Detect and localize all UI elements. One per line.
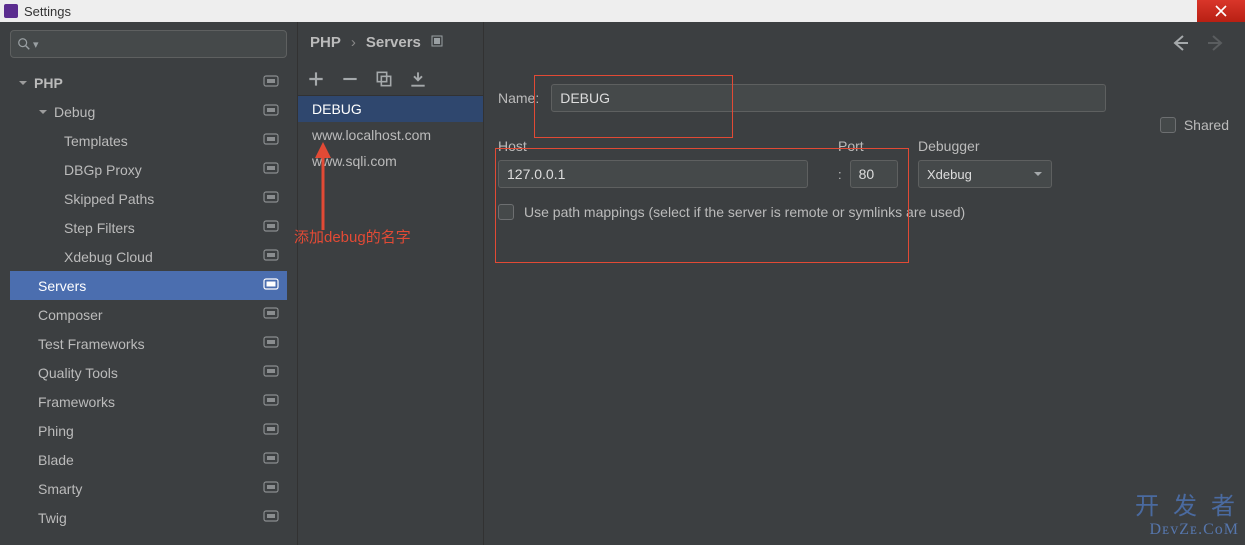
tree-item-twig[interactable]: Twig (10, 503, 287, 532)
settings-tree: PHP Debug Templates DBGp Proxy Skipped P… (10, 68, 287, 545)
close-icon (1215, 5, 1227, 17)
tree-item-frameworks[interactable]: Frameworks (10, 387, 287, 416)
project-scope-icon (263, 307, 279, 322)
project-scope-icon (263, 336, 279, 351)
project-scope-icon (263, 452, 279, 467)
tree-label: Skipped Paths (64, 191, 154, 207)
project-scope-icon (263, 133, 279, 148)
project-scope-icon (263, 191, 279, 206)
nav-arrows (1171, 34, 1225, 55)
close-button[interactable] (1197, 0, 1245, 22)
debugger-label: Debugger (918, 138, 1068, 154)
breadcrumb-part: PHP (310, 34, 341, 51)
tree-item-blade[interactable]: Blade (10, 445, 287, 474)
port-label: Port (838, 138, 908, 154)
tree-item-php[interactable]: PHP (10, 68, 287, 97)
server-item[interactable]: www.localhost.com (298, 122, 483, 148)
breadcrumb: PHP › Servers (298, 22, 483, 62)
tree-label: Smarty (38, 481, 82, 497)
project-scope-icon (263, 510, 279, 525)
tree-item-phing[interactable]: Phing (10, 416, 287, 445)
server-form: Name: Host Port : Debugger (498, 84, 1231, 220)
project-scope-icon (263, 162, 279, 177)
port-input[interactable] (850, 160, 898, 188)
chevron-down-icon (18, 78, 28, 88)
server-details-panel: Shared Name: Host Port : (484, 22, 1245, 545)
project-scope-icon (263, 423, 279, 438)
titlebar: Settings (0, 0, 1245, 22)
project-scope-icon (263, 75, 279, 90)
chevron-down-icon (38, 107, 48, 117)
colon-separator: : (838, 167, 842, 182)
tree-item-dbgp-proxy[interactable]: DBGp Proxy (10, 155, 287, 184)
window-title: Settings (24, 4, 71, 19)
server-item[interactable]: DEBUG (298, 96, 483, 122)
project-scope-icon (263, 278, 279, 293)
server-item[interactable]: www.sqli.com (298, 148, 483, 174)
path-mappings-label: Use path mappings (select if the server … (524, 204, 965, 220)
chevron-right-icon: › (351, 34, 356, 51)
tree-label: Xdebug Cloud (64, 249, 153, 265)
watermark-line2: DᴇᴠZᴇ.CᴏM (1135, 521, 1239, 539)
tree-item-quality-tools[interactable]: Quality Tools (10, 358, 287, 387)
forward-button[interactable] (1207, 34, 1225, 55)
search-input[interactable]: ▾ (10, 30, 287, 58)
tree-item-xdebug-cloud[interactable]: Xdebug Cloud (10, 242, 287, 271)
tree-label: PHP (34, 75, 63, 91)
tree-item-smarty[interactable]: Smarty (10, 474, 287, 503)
import-button[interactable] (410, 71, 426, 87)
app-icon (4, 4, 18, 18)
server-name: www.sqli.com (312, 153, 397, 169)
tree-label: Frameworks (38, 394, 115, 410)
tree-item-composer[interactable]: Composer (10, 300, 287, 329)
copy-button[interactable] (376, 71, 392, 87)
tree-label: Step Filters (64, 220, 135, 236)
tree-label: DBGp Proxy (64, 162, 142, 178)
settings-tree-sidebar: ▾ PHP Debug Templates DBGp Proxy Skipped… (0, 22, 298, 545)
project-scope-icon (263, 365, 279, 380)
tree-label: Test Frameworks (38, 336, 145, 352)
search-icon (17, 37, 31, 51)
tree-label: Blade (38, 452, 74, 468)
expand-icon (431, 34, 443, 51)
host-input[interactable] (498, 160, 808, 188)
project-scope-icon (263, 220, 279, 235)
back-button[interactable] (1171, 34, 1189, 55)
server-name: DEBUG (312, 101, 362, 117)
tree-item-skipped-paths[interactable]: Skipped Paths (10, 184, 287, 213)
project-scope-icon (263, 481, 279, 496)
tree-label: Composer (38, 307, 103, 323)
tree-item-templates[interactable]: Templates (10, 126, 287, 155)
project-scope-icon (263, 249, 279, 264)
watermark-line1: 开 发 者 (1135, 486, 1239, 521)
breadcrumb-part: Servers (366, 34, 421, 51)
server-name: www.localhost.com (312, 127, 431, 143)
servers-toolbar (298, 62, 483, 96)
add-button[interactable] (308, 71, 324, 87)
project-scope-icon (263, 104, 279, 119)
servers-list: DEBUG www.localhost.com www.sqli.com (298, 96, 483, 545)
tree-label: Servers (38, 278, 86, 294)
tree-label: Quality Tools (38, 365, 118, 381)
remove-button[interactable] (342, 71, 358, 87)
tree-item-debug[interactable]: Debug (10, 97, 287, 126)
tree-label: Twig (38, 510, 67, 526)
tree-item-test-frameworks[interactable]: Test Frameworks (10, 329, 287, 358)
debugger-value: Xdebug (927, 167, 972, 182)
tree-label: Templates (64, 133, 128, 149)
path-mappings-row[interactable]: Use path mappings (select if the server … (498, 204, 1231, 220)
chevron-down-icon (1033, 169, 1043, 179)
path-mappings-checkbox[interactable] (498, 204, 514, 220)
tree-label: Debug (54, 104, 95, 120)
servers-list-column: PHP › Servers DEBUG www.localhost.com ww… (298, 22, 484, 545)
debugger-select[interactable]: Xdebug (918, 160, 1052, 188)
name-label: Name: (498, 90, 539, 106)
name-input[interactable] (551, 84, 1106, 112)
watermark: 开 发 者 DᴇᴠZᴇ.CᴏM (1135, 486, 1239, 539)
host-label: Host (498, 138, 838, 154)
tree-item-servers[interactable]: Servers (10, 271, 287, 300)
project-scope-icon (263, 394, 279, 409)
tree-label: Phing (38, 423, 74, 439)
tree-item-step-filters[interactable]: Step Filters (10, 213, 287, 242)
